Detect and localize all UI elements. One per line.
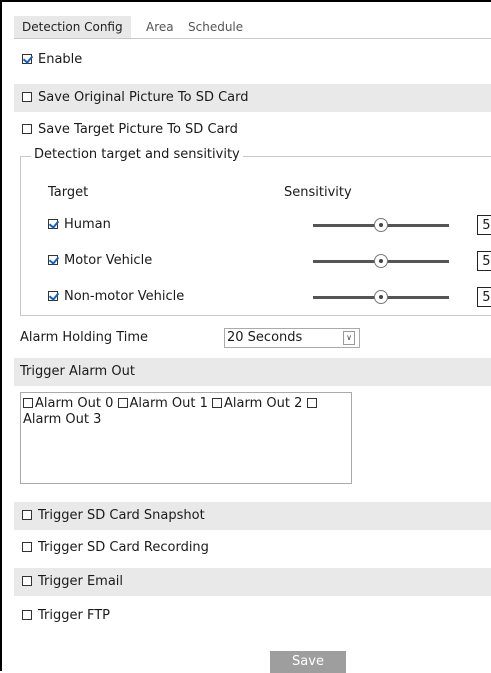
non-motor-vehicle-checkbox[interactable] xyxy=(48,290,58,301)
alarm-holding-select[interactable]: 20 Seconds ∨ xyxy=(224,328,360,348)
motor-vehicle-sensitivity-value[interactable]: 50 xyxy=(477,251,491,271)
target-column-header: Target xyxy=(48,185,89,200)
alarm-holding-value: 20 Seconds xyxy=(227,330,303,345)
save-original-label: Save Original Picture To SD Card xyxy=(38,90,249,105)
sd-snapshot-checkbox[interactable] xyxy=(22,509,32,520)
save-original-checkbox[interactable] xyxy=(22,91,32,102)
alarm-holding-label: Alarm Holding Time xyxy=(20,330,149,345)
trigger-alarm-out-row: Trigger Alarm Out xyxy=(14,358,491,386)
tab-detection-config[interactable]: Detection Config xyxy=(14,16,131,38)
non-motor-vehicle-sensitivity-value[interactable]: 50 xyxy=(477,287,491,307)
target-row-human: Human 50 xyxy=(48,212,491,238)
target-row-non-motor-vehicle: Non-motor Vehicle 50 xyxy=(48,284,491,310)
trigger-alarm-out-label: Trigger Alarm Out xyxy=(20,364,135,379)
sd-snapshot-label: Trigger SD Card Snapshot xyxy=(38,508,205,523)
enable-checkbox[interactable] xyxy=(22,53,32,64)
motor-vehicle-sensitivity-slider[interactable] xyxy=(313,254,449,268)
alarm-holding-row: Alarm Holding Time 20 Seconds ∨ xyxy=(20,325,490,351)
sd-recording-label: Trigger SD Card Recording xyxy=(38,540,209,555)
human-sensitivity-slider[interactable] xyxy=(313,218,449,232)
human-slider-knob[interactable] xyxy=(374,218,388,232)
alarm-out-list: Alarm Out 0 Alarm Out 1 Alarm Out 2 Alar… xyxy=(20,392,352,484)
human-checkbox[interactable] xyxy=(48,218,58,229)
non-motor-vehicle-sensitivity-slider[interactable] xyxy=(313,290,449,304)
detection-legend: Detection target and sensitivity xyxy=(31,147,243,162)
alarm-out-1-checkbox[interactable] xyxy=(117,397,128,408)
alarm-out-0-label: Alarm Out 0 xyxy=(35,396,114,411)
email-row: Trigger Email xyxy=(14,568,491,596)
tab-schedule[interactable]: Schedule xyxy=(188,16,243,38)
alarm-out-3-label: Alarm Out 3 xyxy=(23,412,102,427)
enable-row: Enable xyxy=(14,46,491,74)
non-motor-vehicle-label: Non-motor Vehicle xyxy=(64,289,185,304)
save-target-label: Save Target Picture To SD Card xyxy=(38,122,238,137)
chevron-down-icon[interactable]: ∨ xyxy=(343,331,355,345)
config-panel: Detection Config Area Schedule Enable Sa… xyxy=(0,0,491,673)
save-button[interactable]: Save xyxy=(270,651,346,673)
non-motor-vehicle-slider-knob[interactable] xyxy=(374,290,388,304)
target-row-motor-vehicle: Motor Vehicle 50 xyxy=(48,248,491,274)
motor-vehicle-label: Motor Vehicle xyxy=(64,253,153,268)
save-target-checkbox[interactable] xyxy=(22,123,32,134)
human-label: Human xyxy=(64,217,111,232)
sd-recording-checkbox[interactable] xyxy=(22,541,32,552)
alarm-out-2-label: Alarm Out 2 xyxy=(224,396,303,411)
email-checkbox[interactable] xyxy=(22,575,32,586)
alarm-out-1-label: Alarm Out 1 xyxy=(129,396,208,411)
alarm-out-2-checkbox[interactable] xyxy=(212,397,222,408)
tab-bar: Detection Config Area Schedule xyxy=(14,16,491,39)
email-label: Trigger Email xyxy=(38,574,124,589)
motor-vehicle-slider-knob[interactable] xyxy=(374,254,388,268)
ftp-checkbox[interactable] xyxy=(22,609,32,620)
ftp-label: Trigger FTP xyxy=(38,608,110,623)
alarm-out-0-checkbox[interactable] xyxy=(23,397,33,408)
alarm-out-3-checkbox[interactable] xyxy=(306,397,317,408)
sd-snapshot-row: Trigger SD Card Snapshot xyxy=(14,502,491,530)
human-sensitivity-value[interactable]: 50 xyxy=(477,215,491,235)
enable-label: Enable xyxy=(38,52,83,67)
tab-area[interactable]: Area xyxy=(146,16,174,38)
save-target-row: Save Target Picture To SD Card xyxy=(14,116,491,144)
motor-vehicle-checkbox[interactable] xyxy=(48,254,58,265)
ftp-row: Trigger FTP xyxy=(14,602,491,630)
detection-fieldset: Detection target and sensitivity Target … xyxy=(20,147,491,316)
sensitivity-column-header: Sensitivity xyxy=(284,185,352,200)
save-original-row: Save Original Picture To SD Card xyxy=(14,84,491,112)
sd-recording-row: Trigger SD Card Recording xyxy=(14,534,491,562)
